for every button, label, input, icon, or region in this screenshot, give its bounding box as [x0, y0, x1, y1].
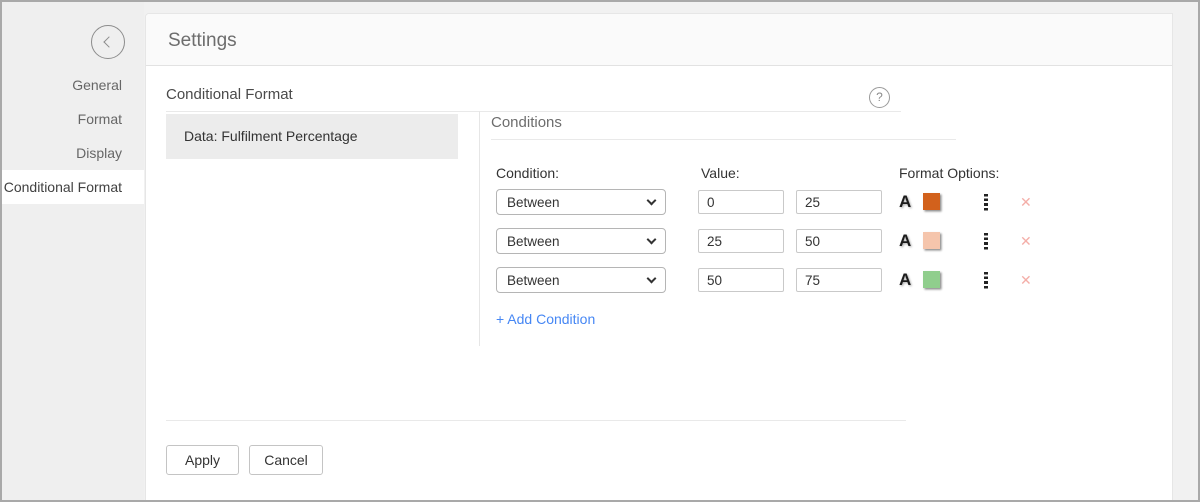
sidebar-item-general[interactable]: General: [0, 68, 144, 102]
background-color-swatch[interactable]: [923, 271, 940, 288]
settings-window: General Format Display Conditional Forma…: [0, 0, 1200, 502]
font-color-button[interactable]: A: [899, 231, 911, 251]
back-button[interactable]: [91, 25, 125, 59]
value-max-input[interactable]: [796, 229, 882, 253]
value-column-label: Value:: [701, 165, 740, 181]
more-options-icon[interactable]: [984, 194, 988, 211]
sidebar-item-conditional-format[interactable]: Conditional Format: [0, 170, 144, 204]
font-color-button[interactable]: A: [899, 192, 911, 212]
conditions-title: Conditions: [491, 114, 562, 131]
cancel-button[interactable]: Cancel: [249, 445, 323, 475]
divider: [491, 139, 956, 140]
condition-select[interactable]: Between: [496, 228, 666, 254]
condition-row: Between A ✕: [491, 267, 1071, 293]
vertical-divider: [479, 111, 480, 346]
value-max-input[interactable]: [796, 190, 882, 214]
section-title: Conditional Format: [166, 86, 293, 103]
settings-panel: Settings Conditional Format ? Data: Fulf…: [145, 13, 1173, 502]
remove-condition-icon[interactable]: ✕: [1020, 270, 1032, 290]
divider: [166, 420, 906, 421]
condition-row: Between A ✕: [491, 189, 1071, 215]
sidebar: General Format Display Conditional Forma…: [0, 0, 144, 502]
font-color-button[interactable]: A: [899, 270, 911, 290]
condition-select[interactable]: Between: [496, 189, 666, 215]
format-options-column-label: Format Options:: [899, 165, 999, 181]
sidebar-item-format[interactable]: Format: [0, 102, 144, 136]
more-options-icon[interactable]: [984, 272, 988, 289]
condition-select-wrap: Between: [496, 228, 666, 254]
value-min-input[interactable]: [698, 229, 784, 253]
add-condition-link[interactable]: + Add Condition: [496, 311, 595, 327]
condition-row: Between A ✕: [491, 228, 1071, 254]
divider: [166, 111, 901, 112]
condition-select[interactable]: Between: [496, 267, 666, 293]
sidebar-item-display[interactable]: Display: [0, 136, 144, 170]
help-icon[interactable]: ?: [869, 87, 890, 108]
more-options-icon[interactable]: [984, 233, 988, 250]
panel-header: Settings: [146, 14, 1172, 66]
remove-condition-icon[interactable]: ✕: [1020, 231, 1032, 251]
page-title: Settings: [168, 30, 237, 52]
chevron-left-icon: [103, 36, 114, 47]
data-field-item[interactable]: Data: Fulfilment Percentage: [166, 114, 458, 159]
background-color-swatch[interactable]: [923, 193, 940, 210]
apply-button[interactable]: Apply: [166, 445, 239, 475]
value-min-input[interactable]: [698, 190, 784, 214]
value-min-input[interactable]: [698, 268, 784, 292]
value-max-input[interactable]: [796, 268, 882, 292]
condition-select-wrap: Between: [496, 267, 666, 293]
condition-select-wrap: Between: [496, 189, 666, 215]
condition-column-label: Condition:: [496, 165, 559, 181]
conditions-column-labels: Condition: Value: Format Options:: [491, 165, 1051, 182]
remove-condition-icon[interactable]: ✕: [1020, 192, 1032, 212]
background-color-swatch[interactable]: [923, 232, 940, 249]
sidebar-nav: General Format Display Conditional Forma…: [0, 68, 144, 204]
